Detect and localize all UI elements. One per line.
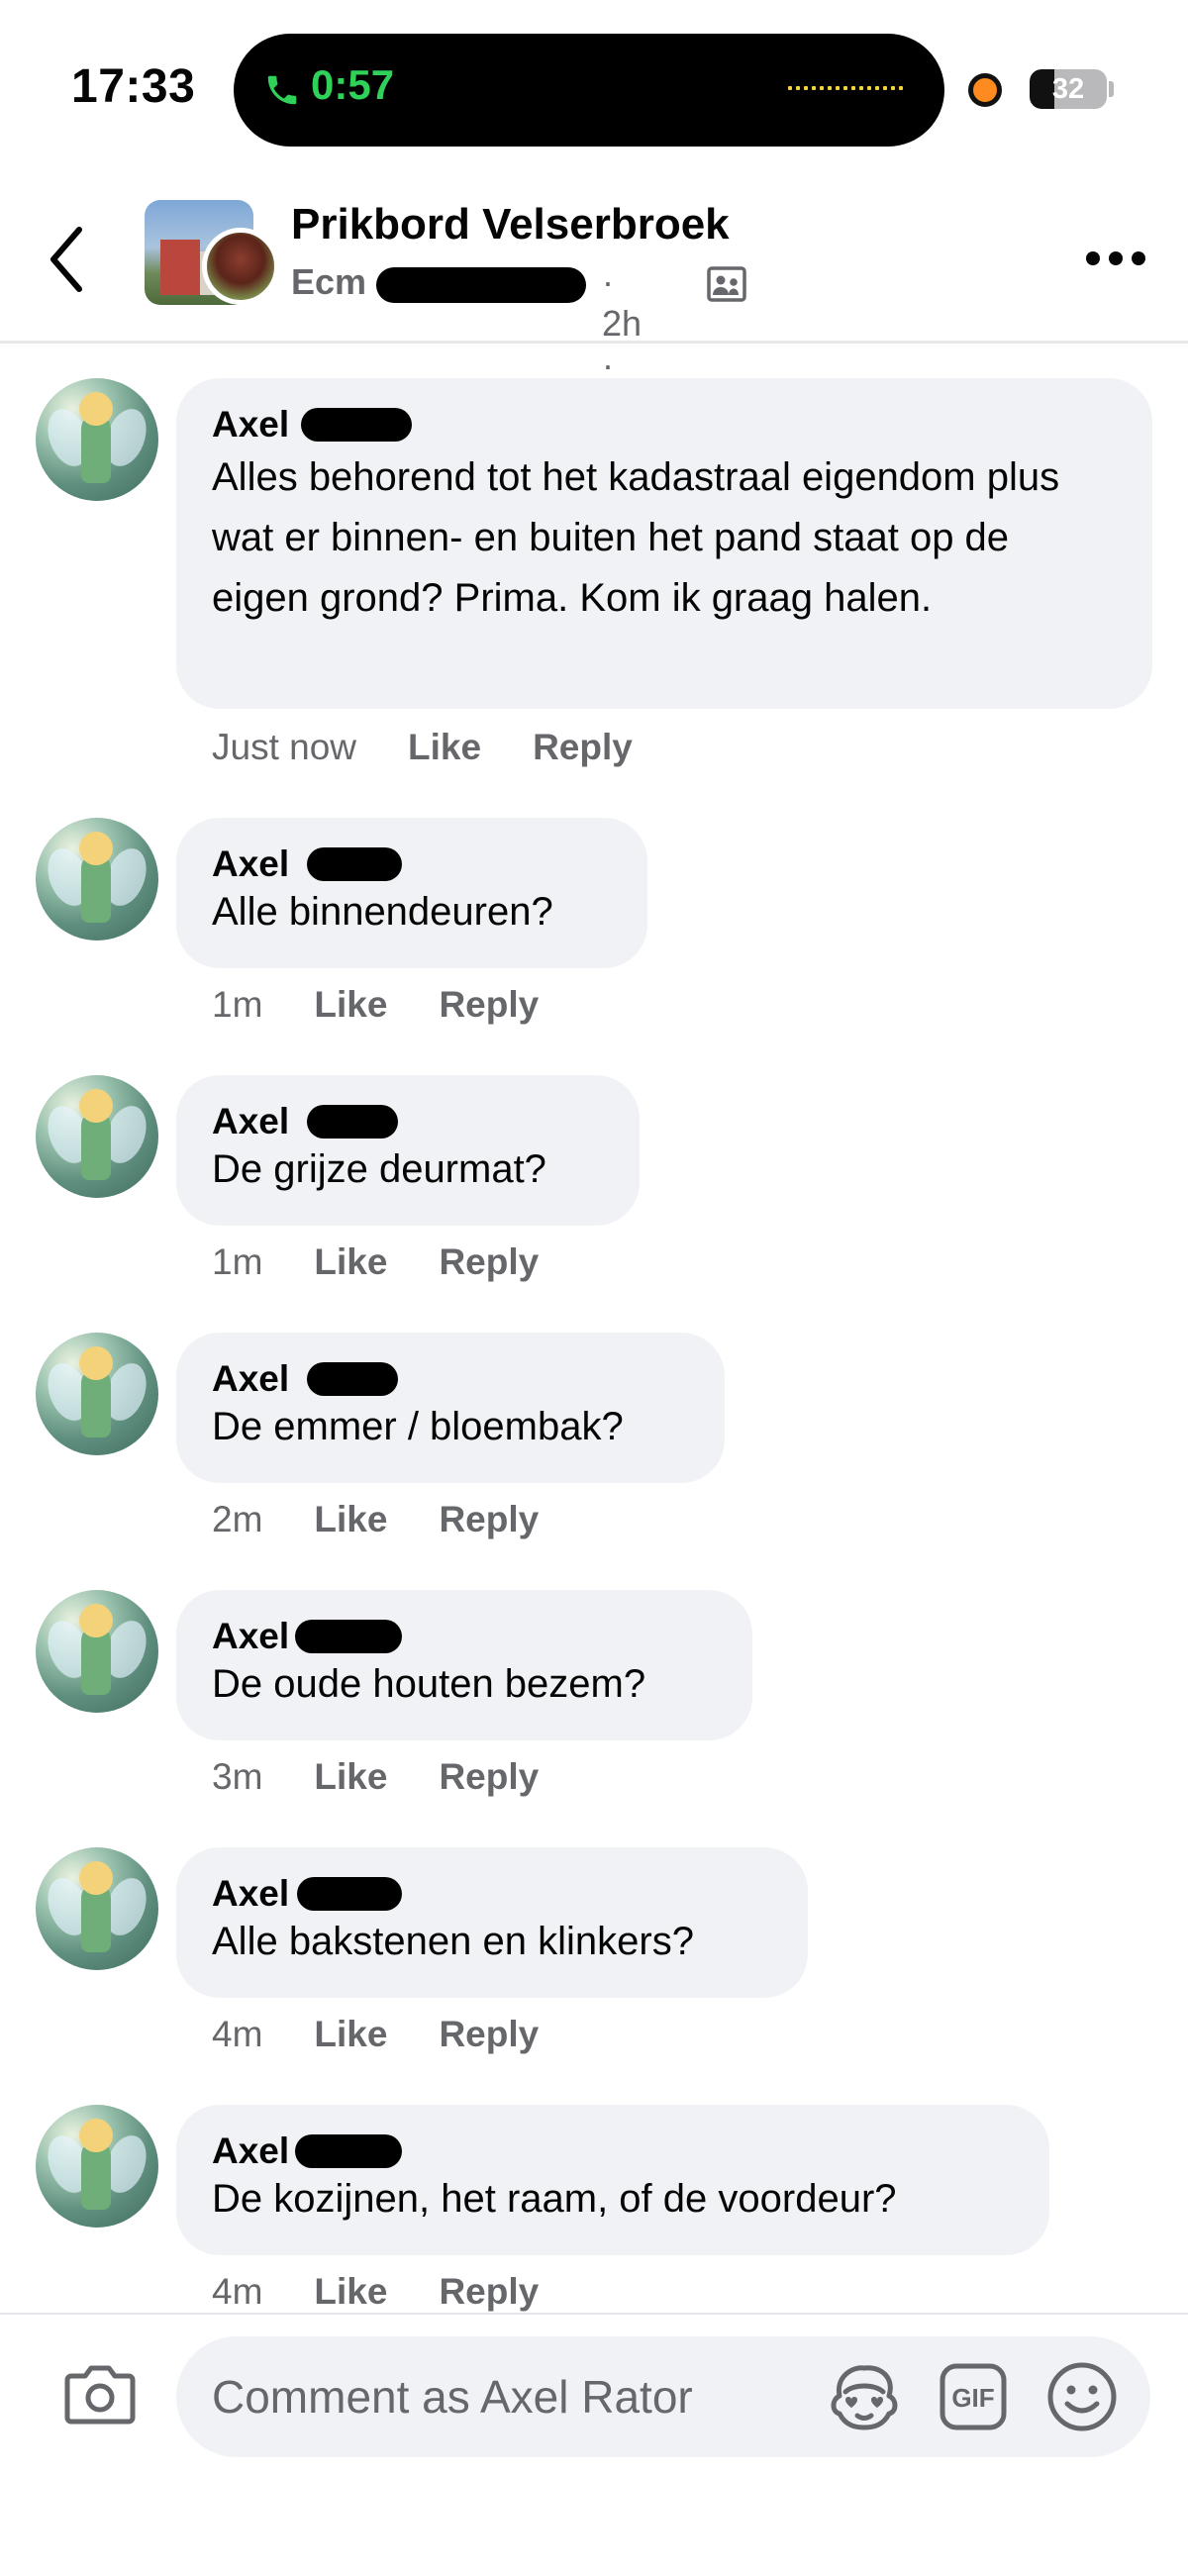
commenter-name[interactable]: Axel: [212, 1356, 689, 1402]
redaction-mark: [295, 2134, 402, 2168]
comment-text: De grijze deurmat?: [212, 1147, 546, 1191]
commenter-avatar[interactable]: [36, 818, 158, 941]
comment-time: 4m: [212, 2014, 263, 2054]
redaction-mark: [307, 1362, 398, 1396]
reply-button[interactable]: Reply: [439, 1499, 539, 1540]
comment-text: Alles behorend tot het kadastraal eigend…: [212, 455, 1060, 620]
like-button[interactable]: Like: [314, 984, 387, 1026]
commenter-avatar[interactable]: [36, 378, 158, 501]
comment-time: 1m: [212, 1241, 263, 1282]
reply-button[interactable]: Reply: [533, 727, 633, 768]
facebook-comments-screen: 17:33 0:57 32 Prikbord Velserbroek Ecm ·…: [0, 0, 1188, 2576]
redaction-mark: [307, 847, 402, 881]
comment-bubble[interactable]: Axel De kozijnen, het raam, of de voorde…: [176, 2105, 1049, 2255]
commenter-avatar[interactable]: [36, 1847, 158, 1970]
comment-text: De oude houten bezem?: [212, 1662, 646, 1706]
comment-bubble[interactable]: Axel Alles behorend tot het kadastraal e…: [176, 378, 1152, 709]
back-button[interactable]: [44, 224, 91, 295]
gif-icon[interactable]: GIF: [939, 2362, 1008, 2431]
comment-bubble[interactable]: Axel Alle binnendeuren?: [176, 818, 647, 968]
commenter-avatar[interactable]: [36, 1590, 158, 1713]
smiley-icon[interactable]: [1045, 2360, 1119, 2433]
commenter-name[interactable]: Axel: [212, 842, 612, 887]
comment-text: Alle bakstenen en klinkers?: [212, 1920, 694, 1963]
redaction-mark: [301, 408, 412, 442]
camera-icon[interactable]: [63, 2362, 137, 2427]
commenter-avatar[interactable]: [36, 1333, 158, 1455]
like-button[interactable]: Like: [408, 727, 481, 768]
comment-text: De emmer / bloembak?: [212, 1405, 624, 1448]
comment-meta: 1m Like Reply: [212, 1241, 539, 1283]
comment-bubble[interactable]: Axel De oude houten bezem?: [176, 1590, 752, 1740]
battery-icon: 32: [1030, 69, 1107, 109]
like-button[interactable]: Like: [314, 1499, 387, 1540]
reply-button[interactable]: Reply: [439, 2014, 539, 2055]
redaction-mark: [297, 1877, 402, 1911]
more-options-button[interactable]: [1085, 249, 1146, 267]
like-button[interactable]: Like: [314, 2014, 387, 2055]
header-divider: [0, 341, 1188, 344]
group-name[interactable]: Prikbord Velserbroek: [291, 200, 730, 249]
redaction-mark: [295, 1620, 402, 1653]
recording-indicator-icon: [968, 73, 1002, 107]
reply-button[interactable]: Reply: [439, 1241, 539, 1283]
comment-time: Just now: [212, 727, 357, 767]
reply-button[interactable]: Reply: [439, 1756, 539, 1798]
commenter-name[interactable]: Axel: [212, 1099, 604, 1144]
call-timer: 0:57: [311, 61, 395, 108]
comment-bubble[interactable]: Axel De emmer / bloembak?: [176, 1333, 725, 1483]
commenter-name[interactable]: Axel: [212, 1614, 717, 1659]
commenter-avatar[interactable]: [36, 2105, 158, 2228]
battery-tip: [1109, 81, 1114, 97]
comment-meta: Just now Like Reply: [212, 727, 633, 768]
comment-meta: 1m Like Reply: [212, 984, 539, 1026]
post-author-prefix[interactable]: Ecm: [291, 261, 366, 303]
avatar-sticker-icon[interactable]: [828, 2362, 901, 2431]
comment-text: Alle binnendeuren?: [212, 890, 553, 934]
post-time: · 2h ·: [602, 261, 643, 385]
comment-bubble[interactable]: Axel De grijze deurmat?: [176, 1075, 640, 1226]
redaction-mark: [376, 267, 586, 303]
redaction-mark: [307, 1105, 398, 1139]
commenter-avatar[interactable]: [36, 1075, 158, 1198]
comment-time: 2m: [212, 1499, 263, 1539]
reply-button[interactable]: Reply: [439, 984, 539, 1026]
reply-button[interactable]: Reply: [439, 2271, 539, 2313]
poster-avatar[interactable]: [202, 228, 279, 305]
battery-percentage: 32: [1051, 73, 1085, 105]
comment-time: 4m: [212, 2271, 263, 2312]
waveform-icon: [788, 86, 903, 90]
comment-meta: 3m Like Reply: [212, 1756, 539, 1798]
gif-label: GIF: [951, 2383, 994, 2413]
comment-time: 3m: [212, 1756, 263, 1797]
like-button[interactable]: Like: [314, 1756, 387, 1798]
commenter-name[interactable]: Axel: [212, 402, 1117, 447]
phone-icon: [267, 75, 297, 105]
comment-time: 1m: [212, 984, 263, 1025]
commenter-name[interactable]: Axel: [212, 2129, 1014, 2174]
commenter-name[interactable]: Axel: [212, 1871, 772, 1917]
like-button[interactable]: Like: [314, 2271, 387, 2313]
comment-meta: 4m Like Reply: [212, 2014, 539, 2055]
comment-meta: 2m Like Reply: [212, 1499, 539, 1540]
status-time: 17:33: [71, 60, 196, 113]
comment-bubble[interactable]: Axel Alle bakstenen en klinkers?: [176, 1847, 808, 1998]
members-icon: [707, 266, 746, 302]
like-button[interactable]: Like: [314, 1241, 387, 1283]
comment-text: De kozijnen, het raam, of de voordeur?: [212, 2177, 897, 2221]
comment-meta: 4m Like Reply: [212, 2271, 539, 2313]
